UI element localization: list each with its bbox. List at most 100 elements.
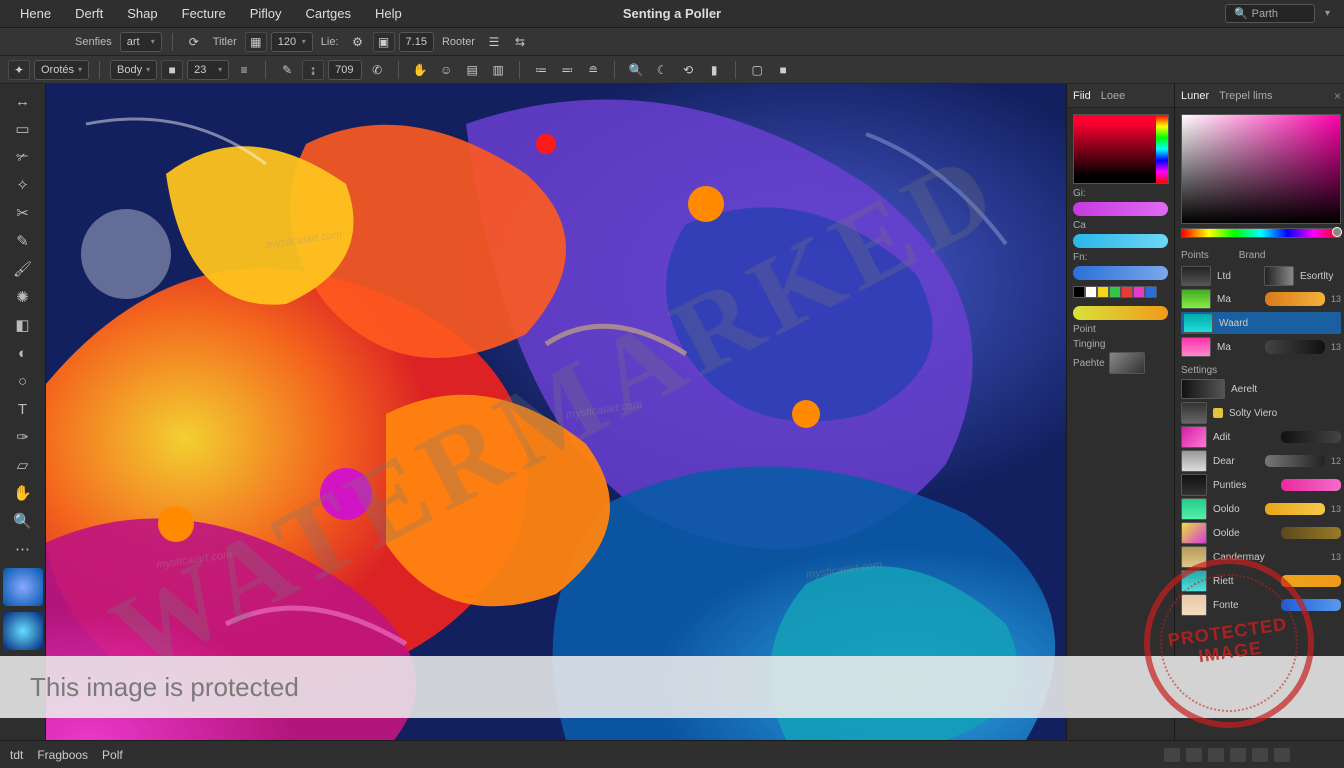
preview-thumb-2[interactable] bbox=[3, 612, 43, 650]
chevron-down-icon[interactable]: ▾ bbox=[1319, 8, 1336, 19]
field-120[interactable]: 120▾ bbox=[271, 32, 313, 52]
color-field[interactable] bbox=[1181, 114, 1341, 224]
minimize-window-icon[interactable] bbox=[25, 36, 36, 47]
align-icon[interactable]: ≡ bbox=[233, 60, 255, 80]
pointer-icon[interactable]: ✦ bbox=[8, 60, 30, 80]
blur-tool-icon[interactable]: ○ bbox=[4, 368, 42, 394]
layer-row-1[interactable]: Adit bbox=[1181, 426, 1341, 448]
layer-row-8[interactable]: Fonte bbox=[1181, 594, 1341, 616]
wand-tool-icon[interactable]: ✧ bbox=[4, 172, 42, 198]
layer-row-0[interactable]: Solty Viero bbox=[1181, 402, 1341, 424]
menu-shap[interactable]: Shap bbox=[115, 2, 169, 25]
brush-preset-4[interactable]: Ma 13 bbox=[1181, 337, 1341, 357]
swatch-stroke-orange[interactable] bbox=[1073, 306, 1168, 320]
status-icon-2[interactable] bbox=[1186, 748, 1202, 762]
status-icon-1[interactable] bbox=[1164, 748, 1180, 762]
justify-right-icon[interactable]: ≘ bbox=[582, 60, 604, 80]
brush-tool-icon[interactable]: 🖌 bbox=[4, 256, 42, 282]
layer-row-2[interactable]: Dear12 bbox=[1181, 450, 1341, 472]
brush-preset-1[interactable]: Ltd Esortlty bbox=[1181, 266, 1341, 286]
layer-row-5[interactable]: Oolde bbox=[1181, 522, 1341, 544]
brush-preset-2[interactable]: Ma 13 bbox=[1181, 289, 1341, 309]
layers-icon[interactable]: ▥ bbox=[487, 60, 509, 80]
lasso-tool-icon[interactable]: ✃ bbox=[4, 144, 42, 170]
refresh-icon[interactable]: ⟳ bbox=[183, 32, 205, 52]
clone-tool-icon[interactable]: ✺ bbox=[4, 284, 42, 310]
justify-left-icon[interactable]: ≔ bbox=[530, 60, 552, 80]
menu-derft[interactable]: Derft bbox=[63, 2, 115, 25]
tab-trepel[interactable]: Trepel lims bbox=[1219, 90, 1272, 102]
sync-icon[interactable]: ⟲ bbox=[677, 60, 699, 80]
field-orotes[interactable]: Orotés▾ bbox=[34, 60, 89, 80]
search-input[interactable]: 🔍 Parth bbox=[1225, 4, 1315, 23]
close-window-icon[interactable] bbox=[8, 36, 19, 47]
menu-cartges[interactable]: Cartges bbox=[294, 2, 364, 25]
hand-tool-icon[interactable]: ✋ bbox=[4, 480, 42, 506]
menu-fecture[interactable]: Fecture bbox=[170, 2, 238, 25]
menu-hene[interactable]: Hene bbox=[8, 2, 63, 25]
path-tool-icon[interactable]: ✑ bbox=[4, 424, 42, 450]
gear-icon[interactable]: ⚙ bbox=[347, 32, 369, 52]
field-715[interactable]: 7.15 bbox=[399, 32, 434, 52]
field-709[interactable]: 709 bbox=[328, 60, 362, 80]
zoom-window-icon[interactable] bbox=[42, 36, 53, 47]
phone-icon[interactable]: ✆ bbox=[366, 60, 388, 80]
list-icon[interactable]: ☰ bbox=[483, 32, 505, 52]
box-icon[interactable]: ■ bbox=[161, 60, 183, 80]
layer-row-4[interactable]: Ooldo13 bbox=[1181, 498, 1341, 520]
mini-color-picker[interactable] bbox=[1073, 114, 1169, 184]
move-tool-icon[interactable]: ↔ bbox=[4, 88, 42, 114]
justify-center-icon[interactable]: ≕ bbox=[556, 60, 578, 80]
menu-pifloy[interactable]: Pifloy bbox=[238, 2, 294, 25]
marquee-tool-icon[interactable]: ▭ bbox=[4, 116, 42, 142]
field-body[interactable]: Body▾ bbox=[110, 60, 157, 80]
tab-loee[interactable]: Loee bbox=[1101, 90, 1125, 102]
hand-icon[interactable]: ✋ bbox=[409, 60, 431, 80]
text-tool-icon[interactable]: T bbox=[4, 396, 42, 422]
brush-preset-3[interactable]: Waard bbox=[1181, 312, 1341, 334]
window-controls[interactable] bbox=[8, 36, 53, 47]
wrap-icon[interactable]: ⇆ bbox=[509, 32, 531, 52]
preview-thumb-1[interactable] bbox=[3, 568, 43, 606]
crop-tool-icon[interactable]: ✂ bbox=[4, 200, 42, 226]
eyedropper-tool-icon[interactable]: ✎ bbox=[4, 228, 42, 254]
person-icon[interactable]: ☺ bbox=[435, 60, 457, 80]
setting-aerelt[interactable]: Aerelt bbox=[1181, 379, 1341, 399]
pen-icon[interactable]: ✎ bbox=[276, 60, 298, 80]
eraser-tool-icon[interactable]: ◧ bbox=[4, 312, 42, 338]
texture-thumb[interactable] bbox=[1109, 352, 1145, 374]
crescent-icon[interactable]: ☾ bbox=[651, 60, 673, 80]
stack-icon[interactable]: ▮ bbox=[703, 60, 725, 80]
swatch-palette[interactable] bbox=[1073, 286, 1168, 298]
hue-slider[interactable] bbox=[1181, 228, 1341, 238]
dots-icon[interactable]: ⋯ bbox=[4, 536, 42, 562]
hue-knob[interactable] bbox=[1332, 227, 1342, 237]
swatch-stroke-blue[interactable] bbox=[1073, 266, 1168, 280]
status-icon-3[interactable] bbox=[1208, 748, 1224, 762]
spacing-icon[interactable]: ↨ bbox=[302, 60, 324, 80]
status-icon-4[interactable] bbox=[1230, 748, 1246, 762]
zoom-icon[interactable]: 🔍 bbox=[625, 60, 647, 80]
status-polf[interactable]: Polf bbox=[102, 748, 123, 762]
status-icon-5[interactable] bbox=[1252, 748, 1268, 762]
chip-icon[interactable]: ▣ bbox=[373, 32, 395, 52]
status-icon-6[interactable] bbox=[1274, 748, 1290, 762]
layer-row-7[interactable]: Riett bbox=[1181, 570, 1341, 592]
field-art[interactable]: art▾ bbox=[120, 32, 162, 52]
frame-icon[interactable]: ▢ bbox=[746, 60, 768, 80]
status-tdt[interactable]: tdt bbox=[10, 748, 23, 762]
swatch-stroke-cyan[interactable] bbox=[1073, 234, 1168, 248]
tiles-icon[interactable]: ▤ bbox=[461, 60, 483, 80]
tab-luner[interactable]: Luner bbox=[1181, 90, 1209, 102]
zoom-tool-icon[interactable]: 🔍 bbox=[4, 508, 42, 534]
gradient-tool-icon[interactable]: ◐ bbox=[4, 340, 42, 366]
grid-icon[interactable]: ▦ bbox=[245, 32, 267, 52]
tab-fiid[interactable]: Fiid bbox=[1073, 90, 1091, 102]
close-icon[interactable]: × bbox=[1334, 89, 1341, 103]
field-23[interactable]: 23▾ bbox=[187, 60, 229, 80]
fill-icon[interactable]: ■ bbox=[772, 60, 794, 80]
layer-row-6[interactable]: Candermay13 bbox=[1181, 546, 1341, 568]
swatch-stroke-magenta[interactable] bbox=[1073, 202, 1168, 216]
status-fragboos[interactable]: Fragboos bbox=[37, 748, 88, 762]
menu-help[interactable]: Help bbox=[363, 2, 414, 25]
